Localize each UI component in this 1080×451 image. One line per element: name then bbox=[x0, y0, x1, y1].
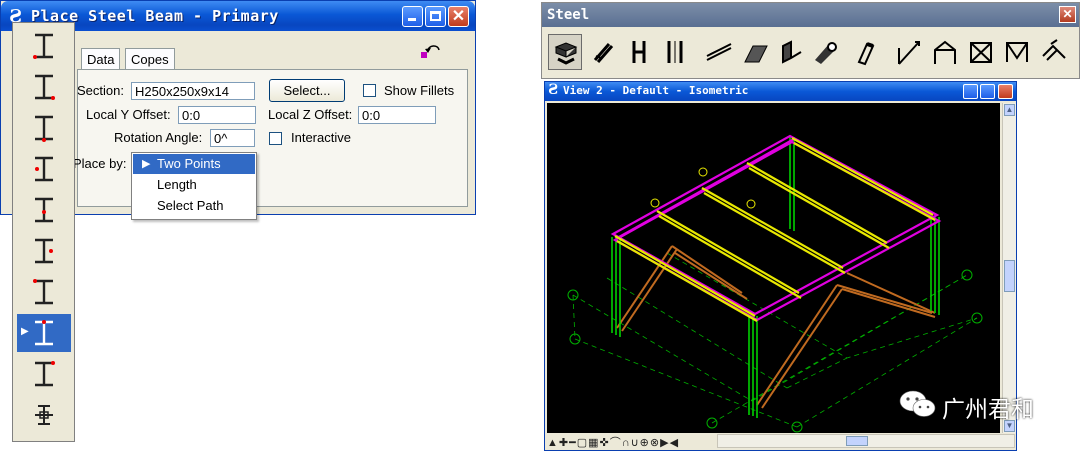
brace-members bbox=[616, 245, 936, 409]
beam-bottom-center-icon[interactable] bbox=[17, 191, 71, 229]
place-stair-icon[interactable] bbox=[1036, 34, 1070, 70]
view-horizontal-scrollbar[interactable] bbox=[717, 434, 1015, 448]
rotation-angle-field[interactable]: 0^ bbox=[210, 129, 255, 147]
beam-bottom-right-icon[interactable] bbox=[17, 355, 71, 393]
wechat-logo-icon bbox=[899, 390, 936, 417]
place-by-label: Place by: bbox=[73, 156, 127, 171]
show-fillets-checkbox[interactable] bbox=[363, 84, 376, 97]
steel-toolbar-title-bar[interactable]: Steel ✕ bbox=[542, 3, 1079, 27]
menu-item-select-path[interactable]: Select Path bbox=[133, 196, 255, 216]
steel-toolbar-close-button[interactable]: ✕ bbox=[1059, 6, 1076, 23]
watermark-text: 广州君和 bbox=[942, 397, 1034, 423]
menu-item-length[interactable]: Length bbox=[133, 175, 255, 195]
local-z-offset-label: Local Z Offset: bbox=[268, 107, 353, 122]
active-caret-icon: ▶ bbox=[21, 326, 29, 337]
beam-centroid-icon[interactable] bbox=[17, 109, 71, 147]
beam-top-center-icon[interactable]: ▶ bbox=[17, 314, 71, 352]
section-field[interactable]: H250x250x9x14 bbox=[131, 82, 255, 100]
view-vertical-scroll-thumb[interactable] bbox=[1004, 260, 1015, 292]
show-fillets-label: Show Fillets bbox=[384, 83, 455, 98]
close-button[interactable]: ✕ bbox=[448, 6, 469, 27]
select-button[interactable]: Select... bbox=[269, 79, 345, 102]
place-beam-icon[interactable] bbox=[548, 34, 582, 70]
beam-top-left-alt-icon[interactable] bbox=[17, 273, 71, 311]
section-label: Section: bbox=[77, 83, 124, 98]
place-roof-icon[interactable] bbox=[892, 34, 926, 70]
view-horizontal-scroll-thumb[interactable] bbox=[846, 436, 868, 446]
place-plate-member-icon[interactable] bbox=[658, 34, 692, 70]
view-close-button[interactable] bbox=[998, 84, 1013, 99]
scroll-up-arrow-icon[interactable]: ▲ bbox=[1004, 104, 1015, 116]
view-control-icons[interactable]: ▲✚━▢▦✜⌒∩∪⊕⊗▶◀ bbox=[547, 434, 679, 450]
beam-middle-right-icon[interactable] bbox=[17, 232, 71, 270]
place-bar-icon[interactable] bbox=[848, 34, 882, 70]
beam-bottom-left-icon[interactable] bbox=[17, 68, 71, 106]
place-brace-icon[interactable] bbox=[702, 34, 736, 70]
interactive-checkbox[interactable] bbox=[269, 132, 282, 145]
view-control-bar: ▲✚━▢▦✜⌒∩∪⊕⊗▶◀ bbox=[547, 433, 1016, 449]
steel-toolbar: Steel ✕ bbox=[541, 2, 1080, 79]
view-title-bar[interactable]: Ƨ View 2 - Default - Isometric bbox=[545, 82, 1016, 101]
place-pipe-icon[interactable] bbox=[808, 34, 842, 70]
place-portal-icon[interactable] bbox=[1000, 34, 1034, 70]
tab-data[interactable]: Data bbox=[81, 48, 121, 70]
place-member-icon[interactable] bbox=[622, 34, 656, 70]
secondary-beams bbox=[614, 137, 936, 322]
place-gable-icon[interactable] bbox=[928, 34, 962, 70]
maximize-button[interactable] bbox=[425, 6, 446, 27]
view-title: View 2 - Default - Isometric bbox=[563, 84, 749, 97]
beam-cross-section-icon[interactable] bbox=[17, 396, 71, 434]
steel-toolbar-title: Steel bbox=[547, 7, 590, 23]
place-angle-icon[interactable] bbox=[774, 34, 808, 70]
selected-arrow-icon: ▶ bbox=[142, 158, 151, 170]
place-by-menu: ▶ Two Points Length Select Path bbox=[131, 152, 257, 220]
tab-copes[interactable]: Copes bbox=[125, 48, 175, 70]
view-app-icon: Ƨ bbox=[548, 82, 559, 98]
view-vertical-scrollbar[interactable]: ▲ ▼ bbox=[1002, 103, 1016, 433]
place-truss-icon[interactable] bbox=[964, 34, 998, 70]
interactive-label: Interactive bbox=[291, 130, 351, 145]
isometric-model-view[interactable] bbox=[547, 103, 1000, 433]
beam-top-left-icon[interactable] bbox=[17, 27, 71, 65]
view-maximize-button[interactable] bbox=[980, 84, 995, 99]
place-column-icon[interactable] bbox=[586, 34, 620, 70]
rotation-angle-label: Rotation Angle: bbox=[114, 130, 203, 145]
local-z-offset-field[interactable]: 0:0 bbox=[358, 106, 436, 124]
local-y-offset-label: Local Y Offset: bbox=[86, 107, 171, 122]
view-minimize-button[interactable] bbox=[963, 84, 978, 99]
undo-icon[interactable] bbox=[420, 41, 444, 63]
menu-item-two-points[interactable]: ▶ Two Points bbox=[133, 154, 255, 174]
local-y-offset-field[interactable]: 0:0 bbox=[178, 106, 256, 124]
minimize-button[interactable] bbox=[402, 6, 423, 27]
place-purlin-icon[interactable] bbox=[738, 34, 772, 70]
beam-placement-point-strip: ▶ bbox=[12, 22, 75, 442]
beam-middle-left-icon[interactable] bbox=[17, 150, 71, 188]
